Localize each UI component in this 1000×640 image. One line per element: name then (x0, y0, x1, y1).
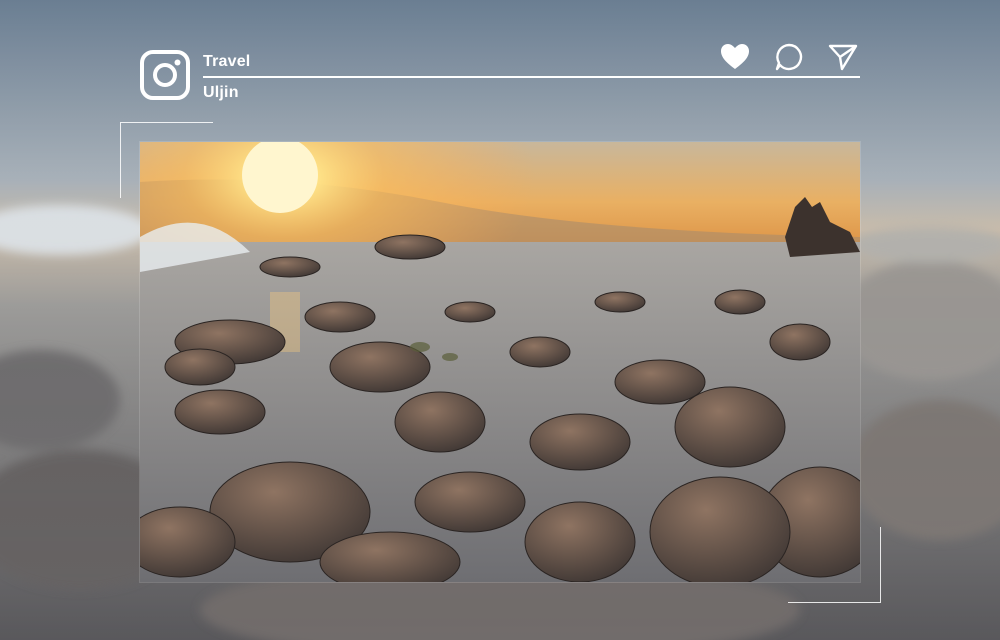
instagram-icon[interactable] (140, 50, 190, 100)
comment-icon (775, 43, 803, 71)
header-divider (203, 76, 860, 78)
post-location: Uljin (203, 84, 239, 101)
share-button[interactable] (826, 40, 860, 74)
post-header: Travel Uljin (140, 43, 860, 102)
post-category: Travel (203, 53, 251, 70)
send-icon (828, 44, 858, 71)
seascape-image (140, 142, 860, 582)
comment-button[interactable] (772, 40, 806, 74)
post-actions (718, 40, 860, 74)
post-photo[interactable] (140, 142, 860, 582)
heart-icon (721, 44, 749, 69)
like-button[interactable] (718, 40, 752, 74)
